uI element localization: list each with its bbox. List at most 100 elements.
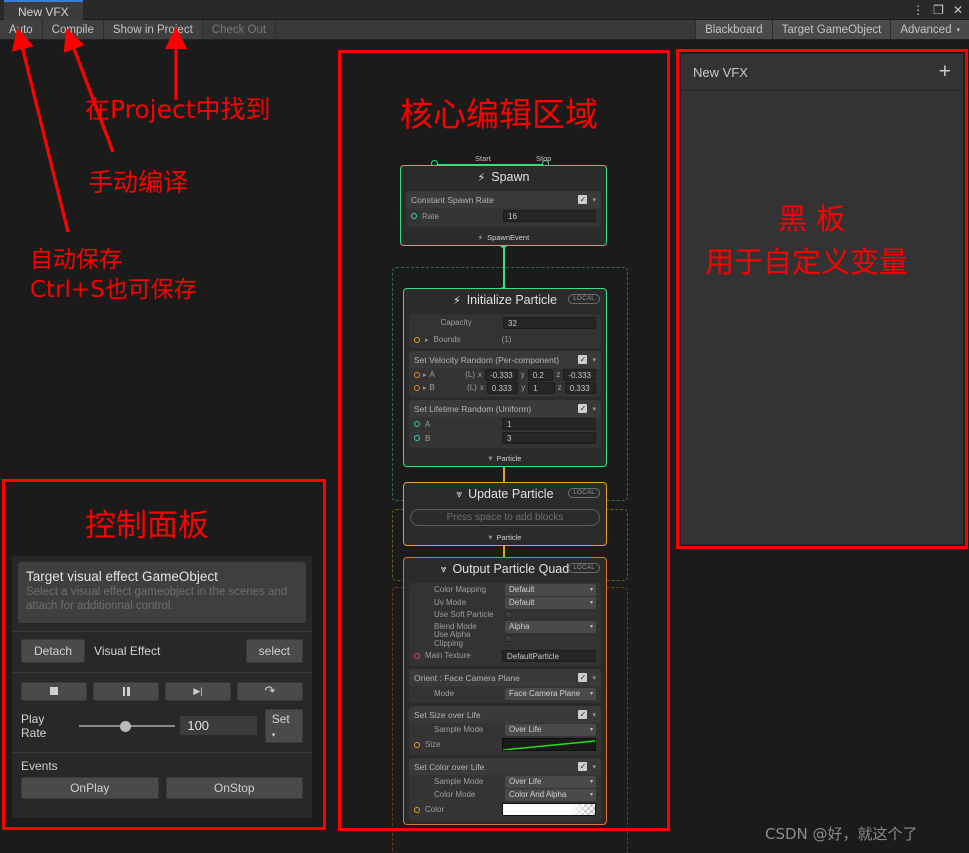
block-enable-checkbox[interactable]: ✓ bbox=[578, 404, 588, 413]
close-icon[interactable]: ✕ bbox=[953, 4, 963, 16]
block-set-color-over-life[interactable]: Set Color over Life ✓ ▾ Sample Mode Over… bbox=[409, 758, 601, 821]
csdn-watermark: CSDN @好，就这个了 bbox=[765, 825, 918, 843]
size-port-icon[interactable] bbox=[414, 741, 420, 748]
velocity-a-port-icon[interactable] bbox=[414, 371, 420, 378]
velocity-a-y-input[interactable]: 0.2 bbox=[527, 368, 554, 381]
block-enable-checkbox[interactable]: ✓ bbox=[578, 673, 588, 682]
color-mode-dropdown[interactable]: Color And Alpha bbox=[505, 788, 596, 801]
blackboard-body[interactable] bbox=[681, 91, 963, 543]
restart-button[interactable]: ↷ bbox=[237, 681, 303, 701]
toolbar-show-in-project-button[interactable]: Show in Project bbox=[103, 20, 203, 39]
size-curve-field[interactable] bbox=[502, 738, 596, 751]
onplay-button[interactable]: OnPlay bbox=[21, 776, 159, 799]
blackboard-panel[interactable]: New VFX + bbox=[680, 53, 964, 545]
color-gradient-field[interactable] bbox=[502, 803, 596, 816]
menu-kebab-icon[interactable]: ⋮ bbox=[912, 4, 924, 16]
velocity-a-z-input[interactable]: -0.333 bbox=[563, 368, 596, 381]
stop-button[interactable] bbox=[21, 681, 87, 701]
uv-mode-dropdown[interactable]: Default bbox=[505, 596, 596, 609]
initialize-node-header: ⚡ Initialize Particle LOCAL bbox=[404, 289, 606, 311]
block-enable-checkbox[interactable]: ✓ bbox=[578, 355, 588, 364]
toolbar-compile-button[interactable]: Compile bbox=[42, 20, 104, 39]
bolt-icon: ⚡ bbox=[477, 233, 484, 242]
select-button[interactable]: select bbox=[245, 638, 303, 663]
node-initialize-particle[interactable]: ⚡ Initialize Particle LOCAL Capacity 32 … bbox=[403, 288, 607, 467]
step-button[interactable]: ▶| bbox=[165, 681, 231, 701]
main-texture-port-icon[interactable] bbox=[414, 652, 420, 659]
use-soft-particle-checkbox[interactable] bbox=[505, 611, 512, 618]
lifetime-b-port-icon[interactable] bbox=[414, 435, 420, 441]
slider-handle[interactable] bbox=[119, 720, 131, 732]
maximize-icon[interactable]: ❐ bbox=[933, 4, 944, 16]
color-sample-mode-dropdown[interactable]: Over Life bbox=[505, 775, 596, 788]
node-spawn[interactable]: ⚡ Spawn Constant Spawn Rate ✓ ▾ Rate 16 bbox=[400, 165, 607, 246]
color-mapping-row: Color Mapping Default bbox=[409, 583, 601, 596]
chevron-down-icon[interactable]: ▾ bbox=[592, 405, 596, 413]
expand-triangle-icon[interactable]: ▸ bbox=[423, 384, 427, 392]
rate-input[interactable]: 16 bbox=[503, 210, 596, 222]
block-enable-checkbox[interactable]: ✓ bbox=[578, 762, 588, 771]
chevron-down-icon[interactable]: ▾ bbox=[592, 196, 596, 204]
chevron-down-icon[interactable]: ▾ bbox=[592, 711, 596, 719]
use-alpha-clipping-label: Use Alpha Clipping bbox=[434, 629, 471, 648]
chevron-down-icon[interactable]: ▾ bbox=[592, 356, 596, 364]
toolbar-auto-button[interactable]: Auto bbox=[0, 20, 43, 39]
velocity-a-x-input[interactable]: -0.333 bbox=[485, 368, 518, 381]
set-button[interactable]: Set ▾ bbox=[264, 708, 303, 743]
lifetime-a-input[interactable]: 1 bbox=[502, 418, 596, 430]
lifetime-b-input[interactable]: 3 bbox=[502, 432, 596, 444]
update-add-blocks-placeholder[interactable]: Press space to add blocks bbox=[410, 509, 600, 526]
block-set-lifetime-random[interactable]: Set Lifetime Random (Uniform) ✓ ▾ A 1 B … bbox=[409, 400, 601, 448]
pause-button[interactable] bbox=[93, 681, 159, 701]
block-enable-checkbox[interactable]: ✓ bbox=[578, 710, 588, 719]
toolbar-advanced-button[interactable]: Advanced ▾ bbox=[890, 20, 969, 39]
toolbar-target-gameobject-button[interactable]: Target GameObject bbox=[771, 20, 891, 39]
add-property-icon[interactable]: + bbox=[939, 60, 951, 84]
velocity-b-y-input[interactable]: 1 bbox=[528, 381, 555, 394]
main-texture-object-field[interactable]: DefaultParticle bbox=[502, 649, 596, 662]
chevron-down-icon[interactable]: ▾ bbox=[592, 674, 596, 682]
orient-mode-dropdown[interactable]: Face Camera Plane bbox=[505, 687, 596, 700]
play-rate-slider[interactable] bbox=[78, 720, 175, 732]
play-rate-input[interactable]: 100 bbox=[179, 715, 258, 737]
control-panel-help-box: Target visual effect GameObject Select a… bbox=[18, 562, 306, 623]
bounds-row: ▸ Bounds (1) bbox=[409, 331, 601, 348]
block-orient-face-camera-plane[interactable]: Orient : Face Camera Plane ✓ ▾ Mode Face… bbox=[409, 669, 601, 703]
capacity-input[interactable]: 32 bbox=[503, 316, 596, 329]
output-node-title: Output Particle Quad bbox=[452, 562, 570, 576]
rate-port-icon[interactable] bbox=[411, 213, 417, 219]
control-panel-help-title: Target visual effect GameObject bbox=[26, 569, 218, 584]
block-constant-spawn-rate[interactable]: Constant Spawn Rate ✓ ▾ Rate 16 bbox=[406, 191, 601, 227]
toolbar-check-out-button: Check Out bbox=[202, 20, 277, 39]
expand-triangle-icon[interactable]: ▸ bbox=[423, 371, 427, 379]
set-lifetime-random-title: Set Lifetime Random (Uniform) bbox=[414, 403, 532, 414]
onstop-button[interactable]: OnStop bbox=[165, 776, 303, 799]
toolbar-blackboard-button[interactable]: Blackboard bbox=[695, 20, 772, 39]
bolt-icon: ⚡ bbox=[477, 171, 486, 184]
block-enable-checkbox[interactable]: ✓ bbox=[578, 195, 588, 204]
use-alpha-clipping-checkbox[interactable] bbox=[505, 635, 512, 642]
block-set-size-over-life[interactable]: Set Size over Life ✓ ▾ Sample Mode Over … bbox=[409, 706, 601, 755]
expand-triangle-icon[interactable]: ▸ bbox=[425, 336, 429, 344]
uv-mode-label: Uv Mode bbox=[434, 598, 467, 607]
target-object-row: Detach Visual Effect select bbox=[12, 638, 312, 663]
bounds-port-icon[interactable] bbox=[414, 336, 420, 343]
color-gradient-row: Color bbox=[409, 801, 601, 818]
tab-new-vfx[interactable]: New VFX bbox=[4, 0, 83, 20]
blend-mode-dropdown[interactable]: Alpha bbox=[505, 620, 596, 633]
block-set-velocity-random[interactable]: Set Velocity Random (Per-component) ✓ ▾ … bbox=[409, 351, 601, 397]
lifetime-a-port-icon[interactable] bbox=[414, 421, 420, 427]
chevron-down-icon[interactable]: ▾ bbox=[592, 763, 596, 771]
color-port-icon[interactable] bbox=[414, 806, 420, 813]
size-sample-mode-dropdown[interactable]: Over Life bbox=[505, 723, 596, 736]
set-velocity-random-title: Set Velocity Random (Per-component) bbox=[414, 354, 560, 365]
node-update-particle[interactable]: ⩔ Update Particle LOCAL Press space to a… bbox=[403, 482, 607, 546]
velocity-b-port-icon[interactable] bbox=[414, 384, 420, 391]
color-mapping-dropdown[interactable]: Default bbox=[505, 583, 596, 596]
velocity-b-z-input[interactable]: 0.333 bbox=[564, 381, 596, 394]
spawn-event-label: SpawnEvent bbox=[487, 233, 530, 242]
velocity-b-x-input[interactable]: 0.333 bbox=[486, 381, 519, 394]
use-alpha-clipping-row: Use Alpha Clipping bbox=[409, 630, 601, 648]
detach-button[interactable]: Detach bbox=[21, 638, 86, 663]
node-output-particle-quad[interactable]: ⩔ Output Particle Quad LOCAL Color Mappi… bbox=[403, 557, 607, 825]
